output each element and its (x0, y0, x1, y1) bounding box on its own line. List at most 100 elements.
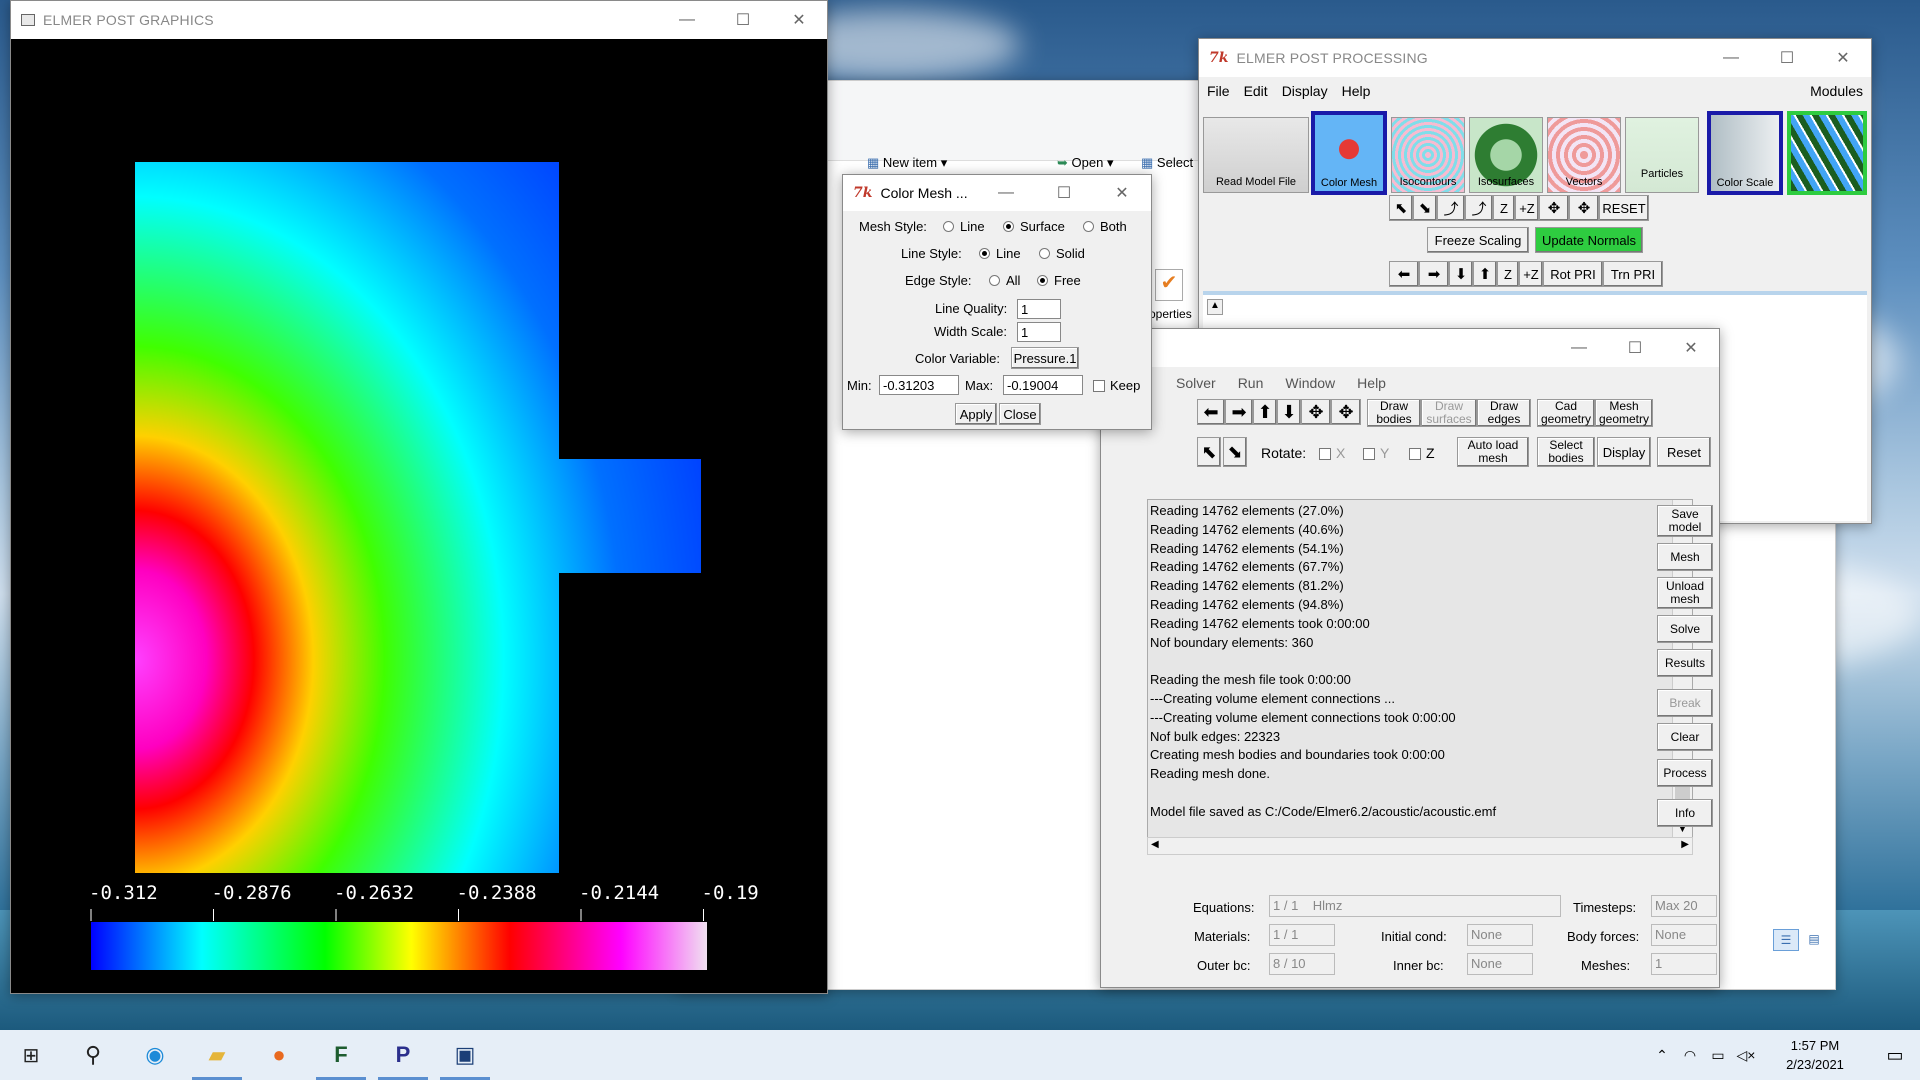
start-icon[interactable]: ⊞ (0, 1030, 62, 1080)
clock[interactable]: 1:57 PM 2/23/2021 (1760, 1036, 1870, 1074)
line-style-solid-radio[interactable]: Solid (1039, 246, 1085, 261)
draw-bodies-button[interactable]: Draw bodies (1367, 399, 1421, 427)
dialog-close-icon[interactable]: ✕ (1093, 175, 1151, 211)
rotate-1-button[interactable]: ⬉ (1389, 195, 1413, 221)
gui-arrow-down-icon[interactable]: ⬇ (1277, 399, 1301, 425)
graphics-canvas[interactable]: -0.312 -0.2876 -0.2632 -0.2388 -0.2144 -0.19 (11, 39, 828, 994)
arrow-left-icon[interactable]: ⬅ (1389, 261, 1419, 287)
edge-style-all-radio[interactable]: All (989, 273, 1020, 288)
freeze-scaling-button[interactable]: Freeze Scaling (1427, 227, 1529, 253)
clear-button[interactable]: Clear (1657, 723, 1713, 751)
gui-arrow-up-icon[interactable]: ⬆ (1253, 399, 1277, 425)
line-quality-input[interactable]: 1 (1017, 299, 1061, 319)
arrow-down-icon[interactable]: ⬇ (1449, 261, 1473, 287)
gui-move-icon[interactable]: ✥ (1301, 399, 1331, 425)
log-scroll-left-icon[interactable]: ◀ (1151, 839, 1159, 850)
post-menu-help[interactable]: Help (1342, 83, 1371, 99)
app-p-icon[interactable]: P (372, 1030, 434, 1080)
graphics-maximize-icon[interactable]: ☐ (715, 1, 771, 39)
isosurfaces-button[interactable]: Isosurfaces (1469, 117, 1543, 193)
gui-maximize-icon[interactable]: ☐ (1607, 329, 1663, 367)
post-scroll-up-icon[interactable]: ▲ (1207, 299, 1223, 315)
post-z-minus-button[interactable]: Z (1493, 195, 1515, 221)
rotate-y-checkbox[interactable]: Y (1363, 445, 1389, 461)
tray-chevron-icon[interactable]: ⌃ (1648, 1047, 1676, 1064)
gui-menu-run[interactable]: Run (1238, 375, 1264, 391)
results-button[interactable]: Results (1657, 649, 1713, 677)
translate-z-plus-button[interactable]: +Z (1519, 261, 1543, 287)
color-mesh-button[interactable]: Color Mesh (1311, 111, 1387, 195)
modules-image-button[interactable] (1787, 111, 1867, 195)
save-model-button[interactable]: Save model (1657, 505, 1713, 537)
gui-rotate-right-icon[interactable]: ⬊ (1223, 437, 1247, 467)
file-explorer-icon[interactable]: ▰ (186, 1030, 248, 1080)
open-button[interactable]: ➥ Open ▾ (1057, 155, 1113, 171)
post-reset-button[interactable]: RESET (1599, 195, 1649, 221)
cad-geometry-button[interactable]: Cad geometry (1537, 399, 1595, 427)
graphics-close-icon[interactable]: ✕ (771, 1, 827, 39)
log-hscrollbar[interactable]: ◀ ▶ (1147, 837, 1693, 855)
gui-move-all-icon[interactable]: ✥ (1331, 399, 1361, 425)
rotate-2-button[interactable]: ⬊ (1413, 195, 1437, 221)
mesh-style-both-radio[interactable]: Both (1083, 219, 1127, 234)
dialog-maximize-icon[interactable]: ☐ (1035, 175, 1093, 211)
post-menu-file[interactable]: File (1207, 83, 1230, 99)
gui-minimize-icon[interactable]: — (1551, 329, 1607, 367)
move-all-icon[interactable]: ✥ (1569, 195, 1599, 221)
auto-load-mesh-button[interactable]: Auto load mesh (1457, 437, 1529, 467)
process-button[interactable]: Process (1657, 759, 1713, 787)
draw-edges-button[interactable]: Draw edges (1477, 399, 1531, 427)
display-button[interactable]: Display (1597, 437, 1651, 467)
break-button[interactable]: Break (1657, 689, 1713, 717)
mesh-button[interactable]: Mesh (1657, 543, 1713, 571)
log-scroll-right-icon[interactable]: ▶ (1681, 839, 1689, 850)
edge-style-free-radio[interactable]: Free (1037, 273, 1081, 288)
post-menu-modules[interactable]: Modules (1810, 83, 1863, 99)
app-f-icon[interactable]: F (310, 1030, 372, 1080)
min-input[interactable]: -0.31203 (879, 375, 959, 395)
rotate-3-button[interactable]: ⤴ (1437, 195, 1465, 221)
vectors-button[interactable]: Vectors (1547, 117, 1621, 193)
search-icon[interactable]: ⚲ (62, 1030, 124, 1080)
battery-icon[interactable]: ▭ (1704, 1047, 1732, 1064)
apply-button[interactable]: Apply (955, 403, 997, 425)
close-icon[interactable]: ✕ (1815, 39, 1871, 77)
arrow-up-icon[interactable]: ⬆ (1473, 261, 1497, 287)
rotate-x-checkbox[interactable]: X (1319, 445, 1345, 461)
tiles-view-icon[interactable]: ▤ (1803, 929, 1825, 951)
max-input[interactable]: -0.19004 (1003, 375, 1083, 395)
width-scale-input[interactable]: 1 (1017, 322, 1061, 342)
draw-surfaces-button[interactable]: Draw surfaces (1421, 399, 1477, 427)
log-output[interactable]: Reading 14762 elements (27.0%) Reading 14… (1147, 499, 1693, 839)
gui-menu-solver[interactable]: Solver (1176, 375, 1216, 391)
particles-button[interactable]: Particles (1625, 117, 1699, 193)
unload-mesh-button[interactable]: Unload mesh (1657, 577, 1713, 609)
keep-checkbox[interactable]: Keep (1093, 378, 1140, 393)
dialog-minimize-icon[interactable]: — (977, 175, 1035, 211)
mesh-geometry-button[interactable]: Mesh geometry (1595, 399, 1653, 427)
read-model-file-button[interactable]: Read Model File (1203, 117, 1309, 193)
network-icon[interactable]: ◠ (1676, 1047, 1704, 1064)
update-normals-button[interactable]: Update Normals (1535, 227, 1643, 253)
details-view-icon[interactable]: ☰ (1773, 929, 1799, 951)
post-menu-display[interactable]: Display (1282, 83, 1328, 99)
gui-rotate-left-icon[interactable]: ⬉ (1197, 437, 1221, 467)
mesh-style-line-radio[interactable]: Line (943, 219, 985, 234)
select-bodies-button[interactable]: Select bodies (1537, 437, 1595, 467)
select-button[interactable]: ▦ Select (1141, 155, 1193, 171)
color-variable-button[interactable]: Pressure.1 (1011, 347, 1079, 369)
edge-browser-icon[interactable]: ◉ (124, 1030, 186, 1080)
solve-button[interactable]: Solve (1657, 615, 1713, 643)
move-xy-icon[interactable]: ✥ (1539, 195, 1569, 221)
gui-arrow-left-icon[interactable]: ⬅ (1197, 399, 1225, 425)
isocontours-button[interactable]: Isocontours (1391, 117, 1465, 193)
info-button[interactable]: Info (1657, 799, 1713, 827)
line-style-line-radio[interactable]: Line (979, 246, 1021, 261)
post-menu-edit[interactable]: Edit (1244, 83, 1268, 99)
volume-icon[interactable]: ◁× (1732, 1047, 1760, 1064)
close-button[interactable]: Close (999, 403, 1041, 425)
gui-menu-help[interactable]: Help (1357, 375, 1386, 391)
trn-pri-button[interactable]: Trn PRI (1603, 261, 1663, 287)
graphics-minimize-icon[interactable]: — (659, 1, 715, 39)
gui-close-icon[interactable]: ✕ (1663, 329, 1719, 367)
